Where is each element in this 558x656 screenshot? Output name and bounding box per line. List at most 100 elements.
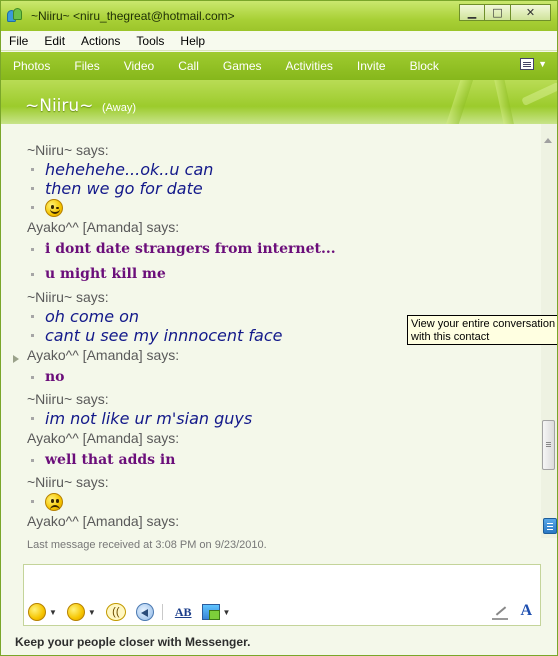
chevron-down-icon: ▼ — [222, 607, 231, 617]
handwriting-icon[interactable] — [492, 604, 508, 620]
bullet-icon — [31, 272, 34, 276]
conversation-history-icon[interactable] — [543, 518, 557, 534]
toolbar-call[interactable]: Call — [166, 59, 211, 73]
toolbar-invite[interactable]: Invite — [345, 59, 398, 73]
bullet-icon — [31, 375, 34, 379]
maximize-button[interactable]: □ — [485, 4, 511, 21]
chevron-down-icon: ▼ — [49, 607, 57, 617]
tooltip-line-1: View your entire conversation h — [411, 318, 558, 330]
message-sender: ~Niiru~ says: — [27, 142, 109, 158]
message-text: no — [45, 369, 65, 385]
sad-smiley-icon — [45, 492, 63, 511]
message-sender: Ayako^^ [Amanda] says: — [27, 430, 180, 446]
toolbar-separator — [161, 604, 163, 620]
bullet-icon — [31, 187, 34, 190]
messenger-app-icon — [7, 8, 23, 24]
contact-status: (Away) — [102, 102, 137, 114]
toolbar-games[interactable]: Games — [211, 59, 274, 73]
scroll-up-arrow-icon[interactable] — [543, 136, 553, 146]
message-group: Ayako^^ [Amanda] says: — [27, 511, 539, 531]
menu-edit[interactable]: Edit — [36, 34, 73, 48]
close-button[interactable]: ✕ — [511, 4, 551, 21]
wink-icon — [66, 603, 85, 621]
tooltip-line-2: with this contact — [411, 331, 490, 343]
toolbar-activities[interactable]: Activities — [274, 59, 345, 73]
bamboo-decoration — [438, 80, 476, 124]
toolbar-block[interactable]: Block — [398, 59, 451, 73]
toolbar-files[interactable]: Files — [62, 59, 111, 73]
font-icon: AB — [174, 604, 192, 619]
message-group: Ayako^^ [Amanda] says: well that adds in — [27, 428, 539, 472]
show-menu-button[interactable]: ▼ — [520, 58, 547, 70]
message-input[interactable] — [24, 565, 540, 597]
message-sender: Ayako^^ [Amanda] says: — [27, 513, 180, 529]
bullet-icon — [31, 458, 34, 462]
bullet-icon — [31, 168, 34, 171]
message-line: well that adds in — [27, 448, 539, 472]
bamboo-leaf-decoration — [521, 81, 557, 107]
menu-help[interactable]: Help — [172, 34, 213, 48]
bamboo-decoration — [491, 80, 521, 124]
message-line: no — [27, 365, 539, 389]
message-text: then we go for date — [45, 179, 203, 198]
text-format-icon[interactable]: A — [520, 602, 532, 620]
menu-bar: File Edit Actions Tools Help — [1, 31, 557, 51]
change-font-button[interactable]: AB — [175, 605, 192, 620]
voice-clip-icon: (( — [105, 603, 126, 621]
toolbar-video[interactable]: Video — [112, 59, 166, 73]
message-text: well that adds in — [45, 452, 176, 468]
message-line: i dont date strangers from internet... — [27, 237, 539, 261]
footer-bar: Keep your people closer with Messenger. — [1, 627, 557, 655]
scroll-thumb[interactable] — [542, 420, 555, 470]
menu-list-icon — [520, 58, 535, 70]
contact-name[interactable]: ~Niiru~ — [25, 96, 93, 116]
message-group: ~Niiru~ says: hehehehe...ok..u can then we… — [27, 140, 539, 217]
emoticons-button[interactable]: ▼ — [28, 603, 57, 621]
message-text: cant u see my innnocent face — [45, 326, 283, 345]
chevron-down-icon: ▼ — [87, 607, 96, 617]
message-line: u might kill me — [27, 261, 539, 287]
message-line: then we go for date — [27, 179, 539, 198]
bullet-icon — [31, 315, 34, 318]
toolbar-photos[interactable]: Photos — [1, 59, 62, 73]
bullet-icon — [31, 206, 34, 209]
message-text: im not like ur m'sian guys — [45, 409, 253, 428]
last-message-timestamp: Last message received at 3:08 PM on 9/23… — [27, 539, 267, 551]
wink-smiley-icon — [45, 198, 63, 217]
compose-toolbar: ▼ ▼ (( AB ▼ A — [24, 599, 540, 625]
contact-header: ~Niiru~ (Away) — [1, 80, 557, 124]
chevron-down-icon: ▼ — [538, 59, 547, 69]
bullet-icon — [31, 417, 34, 420]
message-sender: ~Niiru~ says: — [27, 289, 109, 305]
menu-file[interactable]: File — [1, 34, 36, 48]
expand-arrow-icon[interactable] — [13, 355, 19, 363]
winks-button[interactable]: ▼ — [66, 603, 96, 621]
message-group: ~Niiru~ says: — [27, 472, 539, 511]
message-line: im not like ur m'sian guys — [27, 409, 539, 428]
message-compose-area: ▼ ▼ (( AB ▼ A — [23, 564, 541, 626]
message-line — [27, 198, 539, 217]
menu-tools[interactable]: Tools — [128, 34, 172, 48]
nudge-icon — [135, 603, 154, 621]
message-text: u might kill me — [45, 266, 166, 282]
message-sender: ~Niiru~ says: — [27, 474, 109, 490]
nudge-button[interactable] — [135, 603, 154, 621]
bullet-icon — [31, 247, 34, 251]
message-text: hehehehe...ok..u can — [45, 160, 214, 179]
title-bar[interactable]: ~Niiru~ <niru_thegreat@hotmail.com> ▁ □ … — [1, 1, 557, 31]
footer-ad-text[interactable]: Keep your people closer with Messenger. — [15, 635, 250, 649]
message-group: Ayako^^ [Amanda] says: i dont date strang… — [27, 217, 539, 287]
window-title: ~Niiru~ <niru_thegreat@hotmail.com> — [31, 9, 235, 23]
message-line — [27, 492, 539, 511]
message-group: ~Niiru~ says: im not like ur m'sian guys — [27, 389, 539, 428]
background-button[interactable]: ▼ — [201, 604, 231, 620]
message-text: oh come on — [45, 307, 140, 326]
message-group: Ayako^^ [Amanda] says: no — [27, 345, 539, 389]
menu-actions[interactable]: Actions — [73, 34, 128, 48]
message-line: hehehehe...ok..u can — [27, 160, 539, 179]
background-icon — [201, 604, 220, 620]
bullet-icon — [31, 334, 34, 337]
message-sender: Ayako^^ [Amanda] says: — [27, 219, 180, 235]
minimize-button[interactable]: ▁ — [459, 4, 485, 21]
voice-clip-button[interactable]: (( — [105, 603, 126, 621]
